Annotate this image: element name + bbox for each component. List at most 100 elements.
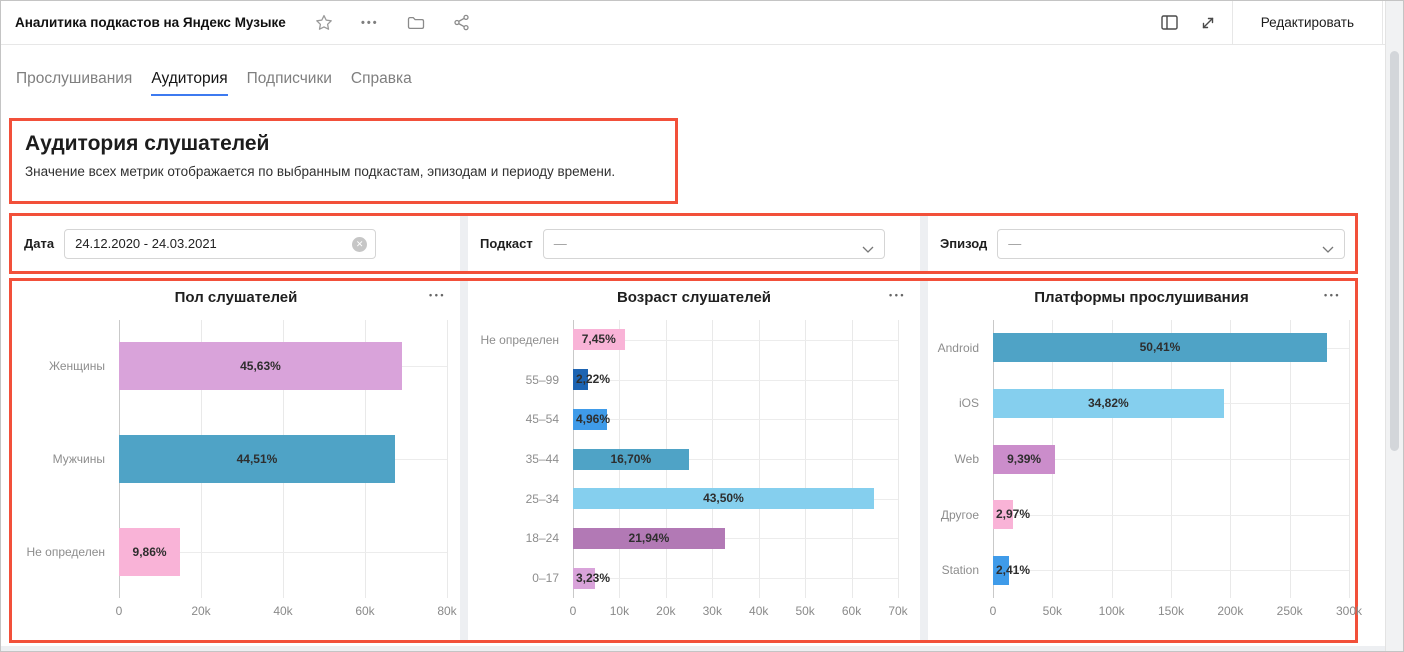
podcast-select[interactable]: — [543,229,885,259]
category-label: 25–34 [468,492,559,506]
axis-tick-label: 250k [1277,604,1303,618]
axis-tick-label: 80k [437,604,456,618]
axis-tick-label: 40k [273,604,292,618]
plot-area: 7,45%2,22%4,96%16,70%43,50%21,94%3,23% [573,320,898,598]
tab-proslushivaniya[interactable]: Прослушивания [16,70,132,96]
topbar-actions: ••• [314,13,472,33]
edit-button[interactable]: Редактировать [1235,15,1380,30]
axis-tick-label: 0 [116,604,123,618]
scrollbar[interactable] [1385,1,1403,652]
chart-title: Платформы прослушивания [958,289,1325,306]
gridline [993,570,1349,571]
tab-podpischiki[interactable]: Подписчики [247,70,332,96]
bar-value-label: 43,50% [573,488,874,509]
category-label: Мужчины [12,452,105,466]
chevron-down-icon [862,241,874,256]
bar-value-label: 7,45% [573,329,625,350]
axis-tick-label: 50k [1043,604,1062,618]
chart-platforms: AndroidiOSWebДругоеStationПлатформы прос… [928,281,1355,640]
x-axis: 020k40k60k80k [119,604,447,620]
chart-gender: Женщины Мужчины Не определен Пол слушателей… [12,281,460,640]
category-label: Женщины [12,359,105,373]
category-label: 0–17 [468,571,559,585]
bar-value-label: 2,97% [996,500,1030,529]
bar-value-label: 4,96% [576,409,610,430]
date-range-input[interactable] [65,230,375,258]
date-filter-label: Дата [24,236,54,251]
category-label: 55–99 [468,373,559,387]
dashboard-tabs: Прослушивания Аудитория Подписчики Справ… [16,70,412,96]
axis-tick-label: 20k [191,604,210,618]
gridline [573,419,898,420]
gridline [898,320,899,598]
chart-menu-icon[interactable]: ••• [1324,290,1341,300]
dashboard-screen: Аналитика подкастов на Яндекс Музыке •••… [0,0,1404,652]
gridline [447,320,448,598]
axis-tick-label: 150k [1158,604,1184,618]
folder-icon[interactable] [406,13,426,33]
gridline [993,515,1349,516]
episode-select[interactable]: — [997,229,1345,259]
episode-select-value: — [1008,236,1021,251]
plot-area: 45,63%44,51%9,86% [119,320,447,598]
filter-podcast: Подкаст — [468,216,920,271]
share-icon[interactable] [452,13,472,33]
episode-filter-label: Эпизод [940,236,987,251]
filter-date: Дата ✕ [12,216,460,271]
category-label: Web [928,452,979,466]
category-label: Не определен [468,333,559,347]
podcast-filter-label: Подкаст [480,236,533,251]
more-options-icon[interactable]: ••• [360,13,380,33]
bar-value-label: 9,39% [993,445,1055,474]
chart-title: Пол слушателей [42,289,430,306]
axis-tick-label: 60k [842,604,861,618]
filters-row: Дата ✕ Подкаст — Эпизод — [9,213,1358,274]
divider [1232,1,1233,44]
axis-tick-label: 30k [703,604,722,618]
chart-menu-icon[interactable]: ••• [889,290,906,300]
axis-tick-label: 200k [1217,604,1243,618]
category-label: 45–54 [468,412,559,426]
tab-auditoriya[interactable]: Аудитория [151,70,227,96]
filter-episode: Эпизод — [928,216,1355,271]
x-axis: 010k20k30k40k50k60k70k [573,604,898,620]
bar-value-label: 9,86% [119,528,180,576]
axis-tick-label: 40k [749,604,768,618]
category-label: Android [928,341,979,355]
axis-tick-label: 300k [1336,604,1362,618]
bar-value-label: 34,82% [993,389,1224,418]
x-axis: 050k100k150k200k250k300k [993,604,1349,620]
axis-tick-label: 100k [1099,604,1125,618]
axis-tick-label: 0 [990,604,997,618]
axis-tick-label: 0 [570,604,577,618]
fullscreen-icon[interactable] [1198,13,1218,33]
split-view-icon[interactable] [1160,13,1180,33]
axis-tick-label: 50k [795,604,814,618]
gridline [1349,320,1350,598]
plot-area: 50,41%34,82%9,39%2,97%2,41% [993,320,1349,598]
page-title: Аудитория слушателей [25,132,662,156]
header-text-widget: Аудитория слушателей Значение всех метри… [9,118,678,204]
date-range-field[interactable]: ✕ [64,229,376,259]
charts-row: Женщины Мужчины Не определен Пол слушателей… [9,278,1358,643]
bar-value-label: 2,22% [576,369,610,390]
gridline [573,578,898,579]
chart-title: Возраст слушателей [498,289,890,306]
axis-tick-label: 10k [610,604,629,618]
category-label: iOS [928,396,979,410]
axis-tick-label: 60k [355,604,374,618]
gridline [573,380,898,381]
scrollbar-thumb[interactable] [1390,51,1399,451]
chart-menu-icon[interactable]: ••• [429,290,446,300]
chevron-down-icon [1322,241,1334,256]
star-icon[interactable] [314,13,334,33]
tab-spravka[interactable]: Справка [351,70,412,96]
page-bottom-strip [1,646,1387,652]
bar-value-label: 16,70% [573,449,689,470]
chart-age: Не определен55–9945–5435–4425–3418–240–1… [468,281,920,640]
clear-icon[interactable]: ✕ [352,237,367,252]
category-label: Station [928,563,979,577]
category-label: Не определен [12,545,105,559]
bar-value-label: 50,41% [993,333,1327,362]
axis-tick-label: 20k [656,604,675,618]
